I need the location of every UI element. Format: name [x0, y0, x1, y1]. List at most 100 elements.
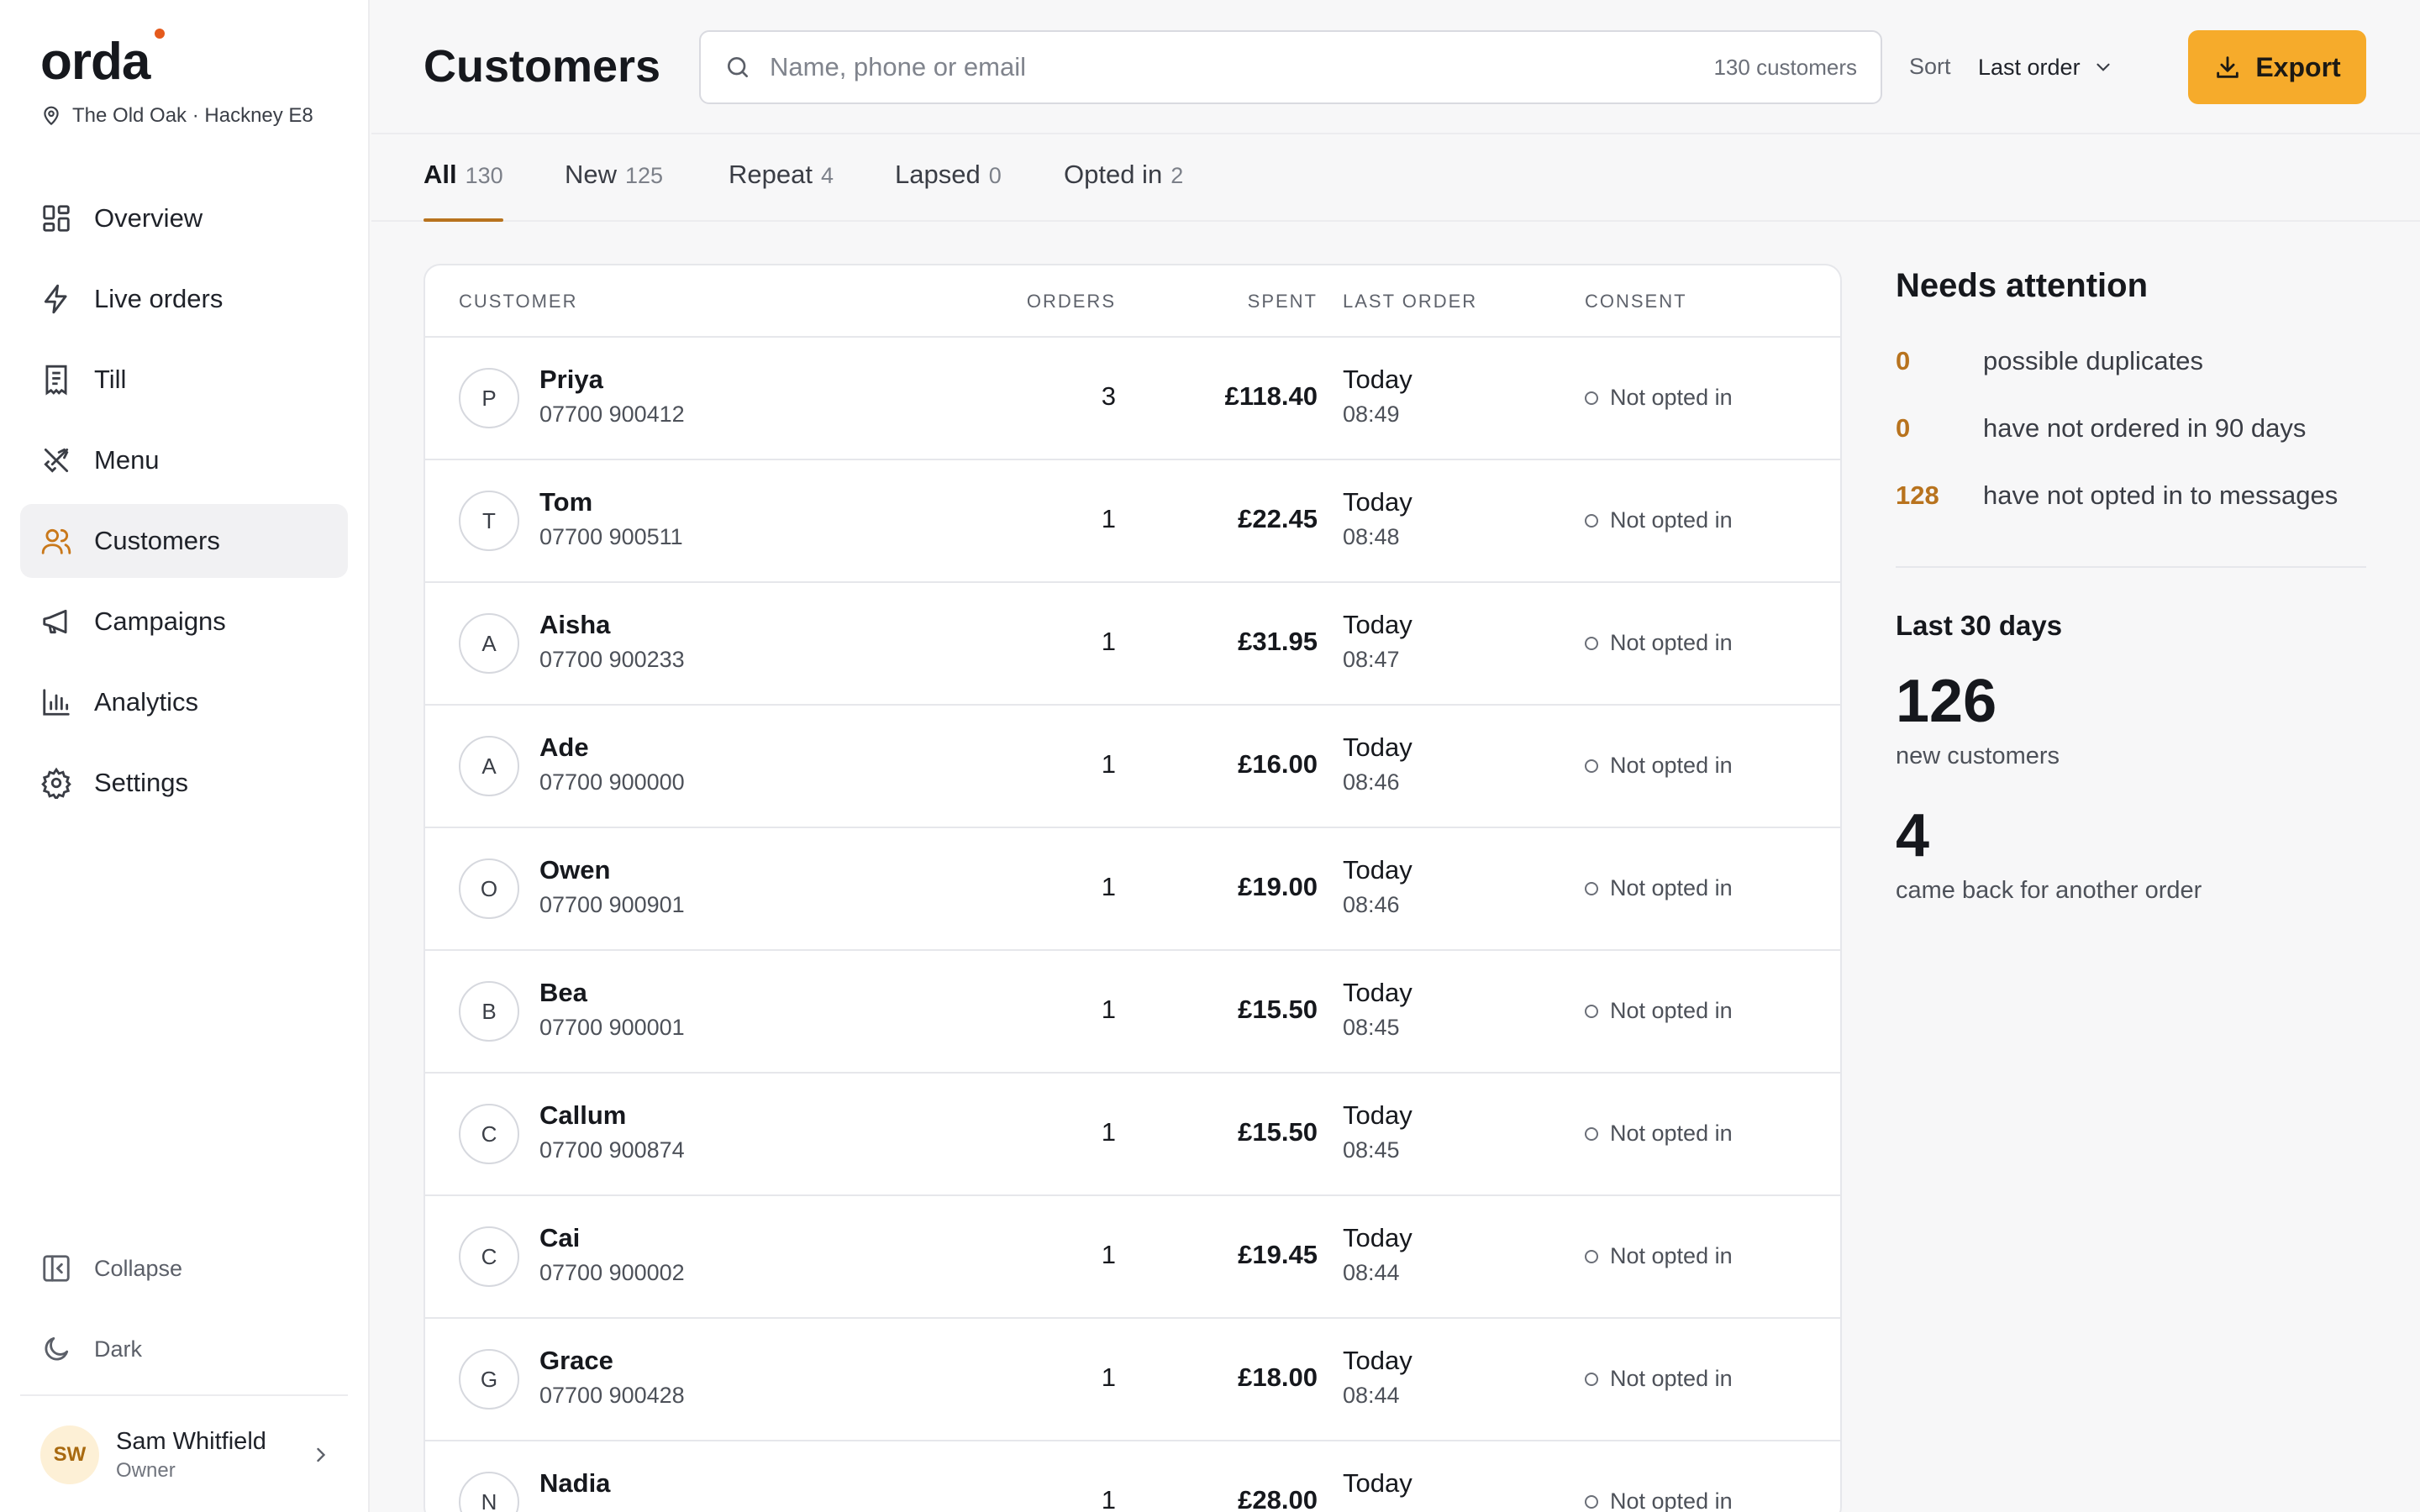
- chevron-right-icon: [317, 1447, 326, 1462]
- last-order-day: Today: [1343, 732, 1413, 762]
- user-info: Sam Whitfield Owner: [116, 1428, 266, 1483]
- tab-all[interactable]: All 130: [424, 160, 503, 222]
- amount-spent: £18.00: [1238, 1362, 1318, 1392]
- sidebar-item-menu[interactable]: Menu: [20, 423, 348, 497]
- table-row[interactable]: N Nadia 1 £28.00 Today Not opted in: [425, 1441, 1840, 1512]
- table-row[interactable]: T Tom 07700 900511 1 £22.45 Today 08:48 …: [425, 460, 1840, 583]
- tab-lapsed[interactable]: Lapsed 0: [895, 160, 1002, 222]
- last-order-day: Today: [1343, 1346, 1413, 1375]
- table-row[interactable]: A Aisha 07700 900233 1 £31.95 Today 08:4…: [425, 583, 1840, 706]
- filter-tabs: All 130 New 125 Repeat 4 Lapsed 0 Opted in 2: [371, 134, 2420, 222]
- sidebar-item-label: Customers: [94, 526, 220, 555]
- collapse-button[interactable]: Collapse: [20, 1231, 348, 1305]
- sort-dropdown[interactable]: Last order: [1978, 49, 2114, 86]
- tab-label: All: [424, 160, 457, 189]
- table-row[interactable]: O Owen 07700 900901 1 £19.00 Today 08:46…: [425, 828, 1840, 951]
- order-count: 1: [1101, 1117, 1116, 1147]
- customer-phone: 07700 900874: [539, 1137, 685, 1163]
- search-input[interactable]: [770, 52, 1696, 82]
- customer-avatar: B: [459, 981, 519, 1042]
- last-order-day: Today: [1343, 1100, 1413, 1130]
- tab-opted-in[interactable]: Opted in 2: [1064, 160, 1183, 222]
- customer-phone: 07700 900002: [539, 1260, 685, 1285]
- amount-spent: £15.50: [1238, 995, 1318, 1024]
- table-header: CUSTOMER ORDERS SPENT LAST ORDER CONSENT: [425, 265, 1840, 338]
- tab-count: 2: [1171, 163, 1184, 188]
- customer-avatar: T: [459, 491, 519, 551]
- column-header-customer[interactable]: CUSTOMER: [459, 291, 578, 312]
- tab-count: 125: [625, 163, 664, 188]
- amount-spent: £118.40: [1224, 381, 1318, 411]
- utensils-icon: [44, 448, 69, 473]
- customer-avatar: C: [459, 1104, 519, 1164]
- new-customers-count: 126: [1896, 668, 1997, 735]
- column-header-last-order[interactable]: LAST ORDER: [1343, 291, 1477, 312]
- page-title: Customers: [424, 41, 661, 92]
- status-dot-icon: [1585, 1004, 1598, 1018]
- sidebar-item-campaigns[interactable]: Campaigns: [20, 585, 348, 659]
- status-dot-icon: [1585, 759, 1598, 773]
- customer-phone: 07700 900001: [539, 1015, 685, 1040]
- table-row[interactable]: P Priya 07700 900412 3 £118.40 Today 08:…: [425, 338, 1840, 460]
- attention-item-lapsed[interactable]: 0 have not ordered in 90 days: [1896, 413, 2306, 444]
- consent-label: Not opted in: [1610, 875, 1733, 900]
- search-icon: [728, 57, 748, 77]
- consent-label: Not opted in: [1610, 1366, 1733, 1391]
- last-order-time: 08:46: [1343, 769, 1400, 795]
- sidebar-item-customers[interactable]: Customers: [20, 504, 348, 578]
- customer-name: Cai: [539, 1223, 581, 1252]
- consent-label: Not opted in: [1610, 998, 1733, 1023]
- table-row[interactable]: C Callum 07700 900874 1 £15.50 Today 08:…: [425, 1074, 1840, 1196]
- column-header-consent[interactable]: CONSENT: [1585, 291, 1687, 312]
- last-order-day: Today: [1343, 610, 1413, 639]
- sidebar-item-label: Campaigns: [94, 606, 226, 636]
- order-count: 1: [1101, 627, 1116, 656]
- table-row[interactable]: A Ade 07700 900000 1 £16.00 Today 08:46 …: [425, 706, 1840, 828]
- megaphone-icon: [43, 609, 67, 634]
- user-role: Owner: [116, 1458, 176, 1482]
- amount-spent: £22.45: [1238, 504, 1318, 533]
- table-row[interactable]: C Cai 07700 900002 1 £19.45 Today 08:44 …: [425, 1196, 1840, 1319]
- export-button[interactable]: Export: [2188, 30, 2366, 104]
- consent-status: Not opted in: [1585, 630, 1733, 656]
- customer-phone: 07700 900412: [539, 402, 685, 427]
- gear-icon: [41, 767, 71, 799]
- sidebar-item-overview[interactable]: Overview: [20, 181, 348, 255]
- dark-mode-toggle[interactable]: Dark: [20, 1312, 348, 1386]
- sidebar-item-live-orders[interactable]: Live orders: [20, 262, 348, 336]
- column-header-spent[interactable]: SPENT: [1248, 291, 1318, 312]
- venue-label: The Old Oak · Hackney E8: [72, 104, 313, 127]
- logo-dot: [155, 29, 165, 39]
- tab-label: Opted in: [1064, 160, 1163, 189]
- customer-avatar: G: [459, 1349, 519, 1410]
- sidebar-footer-actions: Collapse Dark: [20, 1231, 348, 1393]
- sidebar-item-analytics[interactable]: Analytics: [20, 665, 348, 739]
- tab-new[interactable]: New 125: [565, 160, 663, 222]
- logo[interactable]: orda: [40, 32, 150, 92]
- attention-item-duplicates[interactable]: 0 possible duplicates: [1896, 346, 2203, 376]
- customer-name: Priya: [539, 365, 603, 394]
- table-row[interactable]: G Grace 07700 900428 1 £18.00 Today 08:4…: [425, 1319, 1840, 1441]
- users-icon: [41, 528, 71, 554]
- status-dot-icon: [1585, 1126, 1598, 1141]
- consent-status: Not opted in: [1585, 1366, 1733, 1392]
- user-menu[interactable]: SW Sam Whitfield Owner: [40, 1423, 333, 1487]
- moon-icon: [45, 1336, 69, 1361]
- customers-table: CUSTOMER ORDERS SPENT LAST ORDER CONSENT…: [424, 264, 1842, 1512]
- table-row[interactable]: B Bea 07700 900001 1 £15.50 Today 08:45 …: [425, 951, 1840, 1074]
- tab-label: New: [565, 160, 618, 189]
- dark-mode-label: Dark: [94, 1336, 143, 1362]
- attention-item-not-opted-in[interactable]: 128 have not opted in to messages: [1896, 480, 2338, 511]
- customer-name: Owen: [539, 855, 611, 885]
- sidebar-item-settings[interactable]: Settings: [20, 746, 348, 820]
- last-order-day: Today: [1343, 1468, 1413, 1498]
- sidebar-nav: Overview Live orders Till Menu Customers…: [20, 181, 348, 827]
- sort-value: Last order: [1978, 54, 2081, 80]
- tab-repeat[interactable]: Repeat 4: [729, 160, 834, 222]
- last-order-day: Today: [1343, 365, 1413, 394]
- status-dot-icon: [1585, 1249, 1598, 1263]
- sidebar-item-till[interactable]: Till: [20, 343, 348, 417]
- chevron-down-icon: [2096, 63, 2110, 71]
- consent-label: Not opted in: [1610, 1243, 1733, 1268]
- column-header-orders[interactable]: ORDERS: [1027, 291, 1116, 312]
